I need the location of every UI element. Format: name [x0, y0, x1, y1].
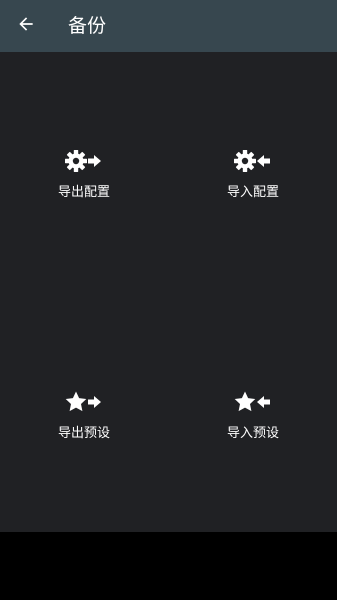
- import-presets-label: 导入预设: [226, 426, 279, 441]
- export-presets-button[interactable]: 导出预设: [9, 383, 159, 463]
- page-title: 备份: [68, 15, 107, 37]
- export-presets-label: 导出预设: [57, 426, 110, 441]
- import-config-button[interactable]: 导入配置: [178, 142, 328, 222]
- navigation-bar-area: [0, 532, 337, 600]
- backup-options: 导出配置 导入配置 导出预设 导入预设: [0, 52, 337, 532]
- export-config-button[interactable]: 导出配置: [9, 142, 159, 222]
- star-arrow-right-icon: [65, 389, 103, 415]
- gear-arrow-left-icon: [234, 148, 272, 174]
- star-arrow-left-icon: [234, 389, 272, 415]
- import-presets-button[interactable]: 导入预设: [178, 383, 328, 463]
- import-config-label: 导入配置: [226, 185, 279, 200]
- back-button[interactable]: [6, 6, 46, 46]
- backup-screen: 备份 导出配置 导入配置 导出预设 导入预设: [0, 0, 337, 600]
- app-toolbar: 备份: [0, 0, 337, 52]
- gear-arrow-right-icon: [65, 148, 103, 174]
- arrow-left-icon: [16, 14, 36, 38]
- export-config-label: 导出配置: [57, 185, 110, 200]
